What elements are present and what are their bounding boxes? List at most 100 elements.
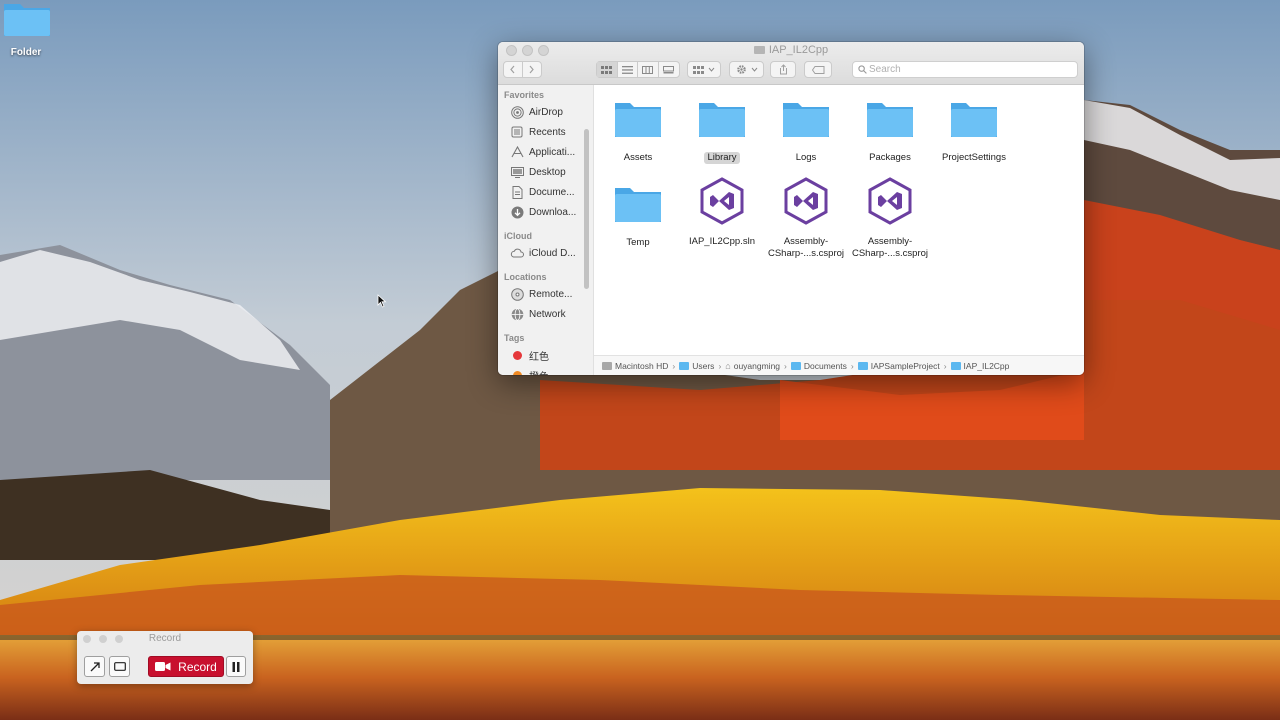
fullscreen-capture-button[interactable]: [109, 656, 130, 677]
sidebar-item-label: Desktop: [529, 166, 566, 178]
folder-icon: [679, 361, 690, 370]
sidebar-item-label: Network: [529, 308, 566, 320]
airdrop-icon: [510, 105, 524, 119]
file-item-assets[interactable]: Assets: [596, 97, 680, 164]
recents-icon: [510, 125, 524, 139]
tag-color-dot: [512, 350, 522, 360]
record-panel: Record Record: [77, 631, 253, 684]
search-placeholder: Search: [869, 64, 901, 75]
gallery-view-button[interactable]: [659, 62, 679, 77]
download-icon: [510, 205, 524, 219]
tag-dot-icon: [510, 348, 524, 362]
sidebar-item-desktop[interactable]: Desktop: [510, 163, 588, 181]
finder-titlebar[interactable]: IAP_IL2Cpp Search: [498, 42, 1084, 85]
desktop-folder[interactable]: Folder: [0, 0, 56, 64]
folder-icon: [615, 103, 661, 137]
sidebar-item-airdrop[interactable]: AirDrop: [510, 103, 588, 121]
chevron-right-icon: ›: [718, 360, 722, 371]
visual-studio-icon: [700, 177, 744, 225]
file-name: Assets: [623, 152, 653, 163]
pause-button[interactable]: [226, 656, 246, 677]
sidebar-item-downloads[interactable]: Downloa...: [510, 203, 588, 221]
select-region-button[interactable]: [84, 656, 105, 677]
share-icon: [779, 64, 787, 75]
chevron-right-icon: ›: [784, 360, 787, 371]
folder-icon: [783, 103, 829, 137]
record-button-label: Record: [178, 659, 217, 674]
sidebar-header-locations: Locations: [504, 272, 547, 282]
list-view-button[interactable]: [618, 62, 638, 77]
file-name: ProjectSettings: [942, 152, 1006, 163]
sidebar-item-label: Applicati...: [529, 146, 576, 158]
file-item-csproj-1[interactable]: Assembly- CSharp-...s.csproj: [764, 177, 848, 260]
file-browser: Assets Library Logs Packages ProjectSett…: [594, 85, 1084, 355]
path-item-label: Documents: [803, 360, 847, 371]
file-item-csproj-2[interactable]: Assembly- CSharp-...s.csproj: [848, 177, 932, 260]
file-item-logs[interactable]: Logs: [764, 97, 848, 164]
folder-icon: [867, 103, 913, 137]
sidebar-item-label: AirDrop: [529, 106, 563, 118]
file-item-library[interactable]: Library: [680, 97, 764, 165]
path-item-iap-il2cpp[interactable]: IAP_IL2Cpp: [950, 361, 1009, 371]
search-icon: [858, 65, 867, 74]
share-button[interactable]: [770, 61, 796, 78]
record-button[interactable]: Record: [148, 656, 224, 677]
file-name: Packages: [869, 152, 911, 163]
window-title-text: IAP_IL2Cpp: [768, 44, 829, 56]
mouse-cursor-icon: [377, 294, 387, 308]
search-field[interactable]: Search: [852, 61, 1078, 78]
forward-button[interactable]: [523, 62, 541, 77]
sidebar-item-label: 红色: [529, 351, 549, 363]
path-item-home[interactable]: ⌂ ouyangming: [725, 361, 780, 371]
path-item-label: ouyangming: [733, 360, 781, 371]
sidebar-header-tags: Tags: [504, 333, 525, 343]
back-button[interactable]: [504, 62, 523, 77]
edit-tags-button[interactable]: [804, 61, 832, 78]
sidebar-item-remote-disc[interactable]: Remote...: [510, 285, 588, 303]
path-item-label: Macintosh HD: [615, 360, 669, 371]
file-name: Library: [704, 152, 740, 164]
folder-icon: [699, 103, 745, 137]
group-by-button[interactable]: [687, 61, 721, 78]
folder-icon: [951, 103, 997, 137]
icon-view-button[interactable]: [597, 62, 618, 77]
chevron-down-icon: [708, 67, 715, 72]
globe-icon: [510, 307, 524, 321]
action-menu-button[interactable]: [729, 61, 764, 78]
visual-studio-icon: [868, 177, 912, 225]
applications-icon: [510, 145, 524, 159]
disc-icon: [510, 287, 524, 301]
sidebar-item-label: Remote...: [529, 288, 573, 300]
file-item-solution[interactable]: IAP_IL2Cpp.sln: [680, 177, 764, 248]
sidebar-scrollbar[interactable]: [584, 129, 589, 289]
path-item-documents[interactable]: Documents: [790, 360, 847, 371]
sidebar-item-applications[interactable]: Applicati...: [510, 143, 588, 161]
sidebar-item-tag-red[interactable]: 红色: [510, 346, 588, 364]
back-forward-control: [503, 61, 542, 78]
sidebar-item-label: Recents: [529, 126, 566, 138]
sidebar-item-label: iCloud D...: [529, 247, 576, 259]
path-item-label: IAPSampleProject: [870, 360, 940, 371]
view-mode-control: [596, 61, 680, 78]
columns-icon: [642, 65, 654, 74]
file-item-packages[interactable]: Packages: [848, 97, 932, 164]
path-item-label: Users: [692, 360, 715, 371]
path-item-users[interactable]: Users: [679, 361, 714, 371]
file-item-projectsettings[interactable]: ProjectSettings: [932, 97, 1016, 164]
sidebar-item-documents[interactable]: Docume...: [510, 183, 588, 201]
sidebar-item-recents[interactable]: Recents: [510, 123, 588, 141]
folder-icon: [790, 361, 801, 370]
tag-color-dot: [512, 370, 522, 375]
path-item-iapsampleproject[interactable]: IAPSampleProject: [857, 360, 940, 371]
sidebar-item-tag-orange[interactable]: 橙色: [510, 366, 588, 375]
file-item-temp[interactable]: Temp: [596, 182, 680, 249]
file-name: Temp: [626, 237, 650, 248]
sidebar-item-icloud-drive[interactable]: iCloud D...: [510, 244, 588, 262]
column-view-button[interactable]: [638, 62, 659, 77]
chevron-left-icon: [510, 65, 515, 74]
path-item-macintosh-hd[interactable]: Macintosh HD: [602, 361, 668, 371]
folder-icon: [753, 46, 765, 54]
gear-icon: [736, 65, 746, 74]
finder-sidebar: Favorites AirDrop Recents Applicati... D…: [498, 85, 594, 375]
sidebar-item-network[interactable]: Network: [510, 305, 588, 323]
